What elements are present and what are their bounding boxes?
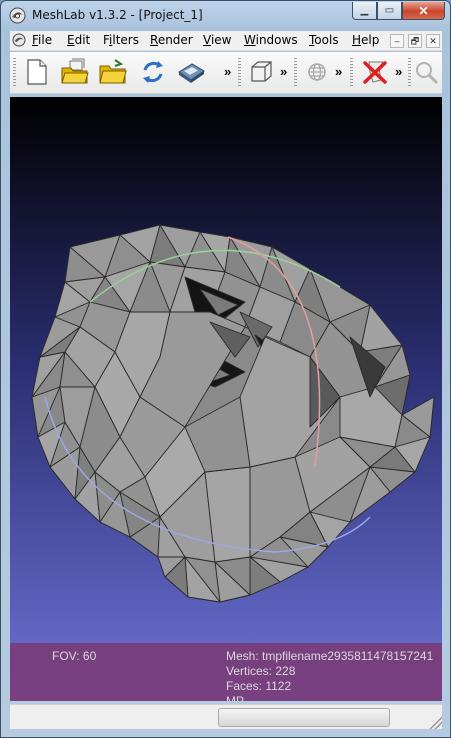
menu-help[interactable]: Help bbox=[352, 33, 379, 47]
window-title: MeshLab v1.3.2 - [Project_1] bbox=[32, 8, 203, 22]
faces-label: Faces: 1122 bbox=[226, 679, 292, 693]
globe-icon bbox=[308, 63, 326, 81]
menu-windows[interactable]: Windows bbox=[244, 33, 298, 47]
minimize-button[interactable]: ▁ bbox=[352, 2, 377, 20]
info-panel: FOV: 60 Mesh: tmpfilename293581147815724… bbox=[10, 643, 442, 701]
reload-button[interactable] bbox=[138, 57, 168, 87]
new-file-icon bbox=[27, 59, 47, 85]
menu-windows-accel: W bbox=[244, 33, 256, 47]
menu-file[interactable]: File bbox=[32, 33, 52, 47]
menu-edit[interactable]: Edit bbox=[67, 33, 90, 47]
document-system-icon[interactable] bbox=[12, 33, 26, 47]
menu-help-rest: elp bbox=[361, 33, 380, 47]
menu-view[interactable]: View bbox=[203, 33, 231, 47]
mesh-render bbox=[31, 224, 435, 603]
close-button[interactable]: ✕ bbox=[402, 2, 445, 20]
open-project-icon bbox=[61, 58, 89, 84]
menu-tools-rest: ools bbox=[314, 33, 339, 47]
reload-icon bbox=[143, 61, 163, 83]
toolbar-extension-2[interactable]: » bbox=[280, 64, 287, 79]
mode-label: MP bbox=[226, 694, 244, 701]
horizontal-scrollbar[interactable] bbox=[10, 704, 442, 729]
save-icon bbox=[178, 63, 205, 83]
delete-current-icon bbox=[363, 61, 387, 84]
mdi-close-button[interactable]: ✕ bbox=[426, 34, 440, 48]
menu-render[interactable]: Render bbox=[150, 33, 193, 47]
bounding-box-icon bbox=[251, 61, 272, 82]
zoom-button[interactable] bbox=[411, 57, 441, 87]
title-bar[interactable]: MeshLab v1.3.2 - [Project_1] ▁ ▭ ✕ bbox=[1, 1, 450, 30]
globe-button[interactable] bbox=[302, 57, 332, 87]
bounding-box-button[interactable] bbox=[246, 57, 276, 87]
menu-edit-accel: E bbox=[67, 33, 75, 47]
menu-view-accel: V bbox=[203, 33, 211, 47]
mesh-name-label: Mesh: tmpfilename2935811478157241 bbox=[226, 649, 434, 663]
vertices-label: Vertices: 228 bbox=[226, 664, 296, 678]
toolbar-handle-4[interactable] bbox=[350, 58, 353, 88]
mesh-model bbox=[31, 224, 435, 603]
menu-edit-rest: dit bbox=[74, 33, 91, 47]
delete-current-button[interactable] bbox=[360, 57, 390, 87]
menu-bar: File Edit Filters Render View Windows To… bbox=[10, 31, 442, 51]
menu-filters[interactable]: Filters bbox=[103, 33, 139, 47]
fov-label: FOV: 60 bbox=[52, 649, 97, 663]
open-project-button[interactable] bbox=[60, 57, 90, 87]
menu-filters-rest: lters bbox=[112, 33, 139, 47]
save-button[interactable] bbox=[176, 57, 206, 87]
resize-grip-icon[interactable] bbox=[428, 715, 442, 729]
toolbar-extension-4[interactable]: » bbox=[395, 64, 402, 79]
toolbar-handle-3[interactable] bbox=[294, 58, 297, 88]
3d-viewport[interactable] bbox=[10, 97, 442, 701]
open-mesh-button[interactable] bbox=[98, 57, 128, 87]
mdi-restore-button[interactable]: 🗗 bbox=[408, 34, 422, 48]
new-file-button[interactable] bbox=[22, 57, 52, 87]
open-mesh-icon bbox=[99, 59, 127, 84]
toolbar-extension-3[interactable]: » bbox=[335, 64, 342, 79]
caption-buttons: ▁ ▭ ✕ bbox=[352, 2, 445, 20]
menu-file-rest: ile bbox=[38, 33, 53, 47]
toolbar-handle-2[interactable] bbox=[238, 58, 241, 88]
menu-view-rest: iew bbox=[210, 33, 232, 47]
main-toolbar: » » » » bbox=[10, 52, 442, 94]
menu-tools[interactable]: Tools bbox=[309, 33, 339, 47]
meshlab-app-icon[interactable] bbox=[9, 7, 26, 24]
toolbar-handle[interactable] bbox=[13, 58, 16, 88]
maximize-button[interactable]: ▭ bbox=[377, 2, 402, 20]
menu-windows-rest: indows bbox=[255, 33, 298, 47]
menu-render-accel: R bbox=[150, 33, 158, 47]
menu-help-accel: H bbox=[352, 33, 362, 47]
menu-render-rest: ender bbox=[157, 33, 193, 47]
zoom-icon bbox=[416, 62, 438, 84]
meshlab-window: MeshLab v1.3.2 - [Project_1] ▁ ▭ ✕ File … bbox=[0, 0, 451, 738]
scrollbar-thumb[interactable] bbox=[218, 708, 390, 727]
toolbar-extension-1[interactable]: » bbox=[224, 64, 231, 79]
mdi-minimize-button[interactable]: – bbox=[390, 34, 404, 48]
